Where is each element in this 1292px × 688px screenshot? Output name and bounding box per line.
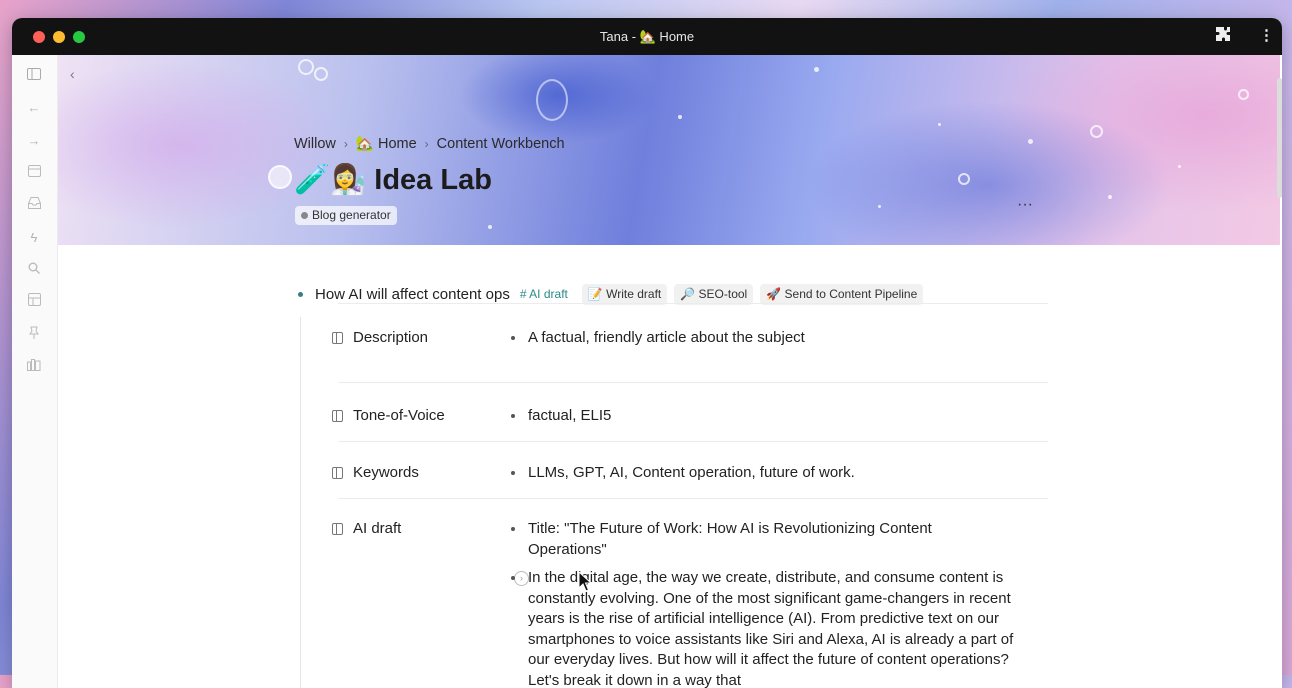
send-to-pipeline-button[interactable]: 🚀 Send to Content Pipeline	[760, 283, 924, 305]
breadcrumb-item-content-workbench[interactable]: Content Workbench	[437, 136, 565, 152]
library-icon[interactable]	[25, 358, 43, 376]
field-indent-guide	[300, 317, 301, 688]
page-banner	[58, 55, 1280, 245]
supertag-chip[interactable]: Blog generator	[295, 206, 397, 225]
field-divider	[338, 441, 1048, 442]
page-title[interactable]: 🧪👩‍🔬 Idea Lab	[294, 163, 492, 197]
value-bullet	[511, 336, 515, 340]
field-divider	[338, 498, 1048, 499]
pin-icon[interactable]	[25, 326, 43, 344]
search-icon[interactable]	[25, 261, 43, 279]
field-value[interactable]: In the digital age, the way we create, d…	[511, 568, 1016, 688]
node-bullet[interactable]	[298, 291, 303, 297]
layout-icon[interactable]	[25, 293, 43, 311]
scrollbar[interactable]	[1277, 78, 1282, 198]
value-bullet	[511, 527, 515, 531]
expand-node-icon[interactable]: ›	[514, 571, 529, 586]
value-text: factual, ELI5	[528, 407, 612, 424]
value-text: LLMs, GPT, AI, Content operation, future…	[528, 464, 855, 481]
field-value[interactable]: Title: "The Future of Work: How AI is Re…	[511, 519, 998, 560]
value-bullet	[511, 414, 515, 418]
lightning-icon[interactable]: ϟ	[25, 229, 43, 247]
calendar-icon[interactable]	[25, 164, 43, 182]
field-value[interactable]: factual, ELI5	[511, 406, 1048, 427]
field-icon	[332, 332, 343, 344]
field-value[interactable]: A factual, friendly article about the su…	[511, 328, 1048, 349]
tag-dot-icon	[301, 212, 308, 219]
field-label[interactable]: Tone-of-Voice	[353, 407, 445, 424]
breadcrumb: Willow › 🏡 Home › Content Workbench	[294, 135, 565, 152]
breadcrumb-separator: ›	[343, 137, 348, 151]
menu-dots-icon[interactable]: ⋮	[1259, 26, 1274, 44]
title-bar: Tana - 🏡 Home ⋮	[12, 18, 1282, 55]
value-bullet	[511, 576, 515, 580]
sidebar: ← → ϟ	[12, 55, 58, 688]
breadcrumb-item-willow[interactable]: Willow	[294, 136, 336, 152]
field-value[interactable]: LLMs, GPT, AI, Content operation, future…	[511, 463, 1048, 484]
puzzle-icon[interactable]	[1215, 26, 1231, 46]
field-divider	[338, 303, 1048, 304]
app-window: Tana - 🏡 Home ⋮ ← → ϟ ‹ Willow › 🏡 Home …	[12, 18, 1282, 688]
field-icon	[332, 410, 343, 422]
node-title[interactable]: How AI will affect content ops	[315, 286, 510, 303]
seo-tool-button[interactable]: 🔎 SEO-tool	[674, 283, 754, 305]
supertag-label: Blog generator	[312, 208, 391, 222]
value-text: In the digital age, the way we create, d…	[528, 569, 1014, 688]
back-arrow-icon[interactable]: ←	[25, 99, 43, 117]
field-label[interactable]: Keywords	[353, 464, 419, 481]
window-title: Tana - 🏡 Home	[599, 29, 695, 44]
more-options-icon[interactable]: ···	[1017, 196, 1033, 214]
breadcrumb-separator: ›	[424, 137, 429, 151]
breadcrumb-item-home[interactable]: 🏡 Home	[356, 136, 417, 152]
mouse-cursor-icon	[578, 571, 592, 592]
forward-arrow-icon[interactable]: →	[25, 132, 43, 150]
value-text: Title: "The Future of Work: How AI is Re…	[528, 520, 932, 558]
value-bullet	[511, 471, 515, 475]
field-icon	[332, 523, 343, 535]
ai-draft-supertag[interactable]: # AI draft	[520, 287, 568, 301]
write-draft-button[interactable]: 📝 Write draft	[581, 283, 668, 305]
field-divider	[338, 382, 1048, 383]
panel-icon[interactable]	[25, 67, 43, 85]
field-label[interactable]: Description	[353, 329, 428, 346]
value-text: A factual, friendly article about the su…	[528, 329, 805, 346]
inbox-icon[interactable]	[25, 196, 43, 214]
page-content: How AI will affect content ops # AI draf…	[58, 245, 1280, 688]
collapse-panel-icon[interactable]: ‹	[70, 66, 75, 82]
field-label[interactable]: AI draft	[353, 520, 401, 537]
field-icon	[332, 467, 343, 479]
